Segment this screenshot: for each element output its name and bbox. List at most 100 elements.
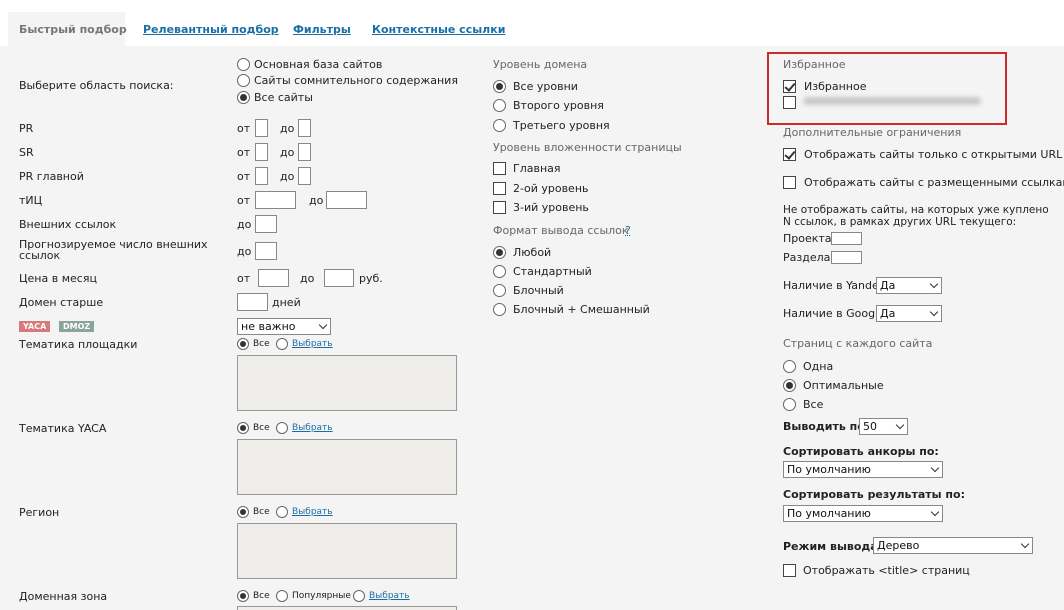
area-radio-main[interactable] — [237, 58, 250, 71]
pr-main-to-input[interactable] — [298, 167, 311, 185]
pr-main-from-label: от — [237, 170, 251, 183]
domain-radio-second[interactable] — [493, 99, 506, 112]
mode-select-value: Дерево — [877, 539, 920, 552]
nesting-option-second: 2-ой уровень — [513, 182, 589, 195]
topic-radio-all[interactable] — [237, 338, 249, 350]
topic-all-label: Все — [253, 339, 270, 349]
section-input[interactable] — [831, 251, 862, 264]
with-links-checkbox[interactable] — [783, 176, 796, 189]
sr-from-input[interactable] — [255, 143, 268, 161]
topic-textarea[interactable] — [237, 355, 457, 411]
format-radio-block-mixed[interactable] — [493, 303, 506, 316]
format-option-standard: Стандартный — [513, 265, 592, 278]
sr-from-label: от — [237, 146, 251, 159]
zone-textarea[interactable] — [237, 606, 457, 610]
google-label: Наличие в Google — [783, 307, 885, 320]
tab-context-links[interactable]: Контекстные ссылки — [372, 23, 505, 36]
region-radio-choose[interactable] — [276, 506, 288, 518]
favorites-checkbox[interactable] — [783, 80, 796, 93]
area-radio-all[interactable] — [237, 91, 250, 104]
domain-older-label: Домен старше — [19, 296, 104, 309]
region-textarea[interactable] — [237, 523, 457, 579]
region-choose-link[interactable]: Выбрать — [292, 507, 333, 517]
price-to-input[interactable] — [324, 269, 354, 287]
sort-anchors-select[interactable]: По умолчанию — [783, 461, 943, 478]
nesting-checkbox-second[interactable] — [493, 182, 506, 195]
region-radio-all[interactable] — [237, 506, 249, 518]
pages-radio-one[interactable] — [783, 360, 796, 373]
project-label: Проекта — [783, 232, 832, 245]
show-by-select[interactable]: 50 — [859, 418, 908, 435]
format-option-block: Блочный — [513, 284, 564, 297]
yaca-radio-choose[interactable] — [276, 422, 288, 434]
domain-radio-all[interactable] — [493, 80, 506, 93]
domain-option-second: Второго уровня — [513, 99, 604, 112]
topic-choose-link[interactable]: Выбрать — [292, 339, 333, 349]
tab-quick-selection[interactable]: Быстрый подбор — [8, 12, 127, 46]
chevron-down-icon — [930, 463, 940, 473]
ext-links-label: Внешних ссылок — [19, 218, 117, 231]
tic-to-input[interactable] — [326, 191, 367, 209]
google-select[interactable]: Да — [876, 305, 942, 322]
chevron-down-icon — [895, 420, 905, 430]
topic-yaca-textarea[interactable] — [237, 439, 457, 495]
sort-results-select[interactable]: По умолчанию — [783, 505, 943, 522]
only-open-checkbox[interactable] — [783, 148, 796, 161]
project-input[interactable] — [831, 232, 862, 245]
tab-filters[interactable]: Фильтры — [293, 23, 351, 36]
format-option-any: Любой — [513, 246, 552, 259]
price-from-input[interactable] — [258, 269, 289, 287]
domain-radio-third[interactable] — [493, 119, 506, 132]
forecast-label: Прогнозируемое число внешних ссылок — [19, 238, 208, 262]
price-from-label: от — [237, 272, 251, 285]
pages-radio-all[interactable] — [783, 398, 796, 411]
favorites-checkbox-2[interactable] — [783, 96, 796, 109]
domain-older-input[interactable] — [237, 293, 268, 311]
format-radio-standard[interactable] — [493, 265, 506, 278]
zone-radio-popular[interactable] — [276, 590, 288, 602]
mode-select[interactable]: Дерево — [873, 537, 1033, 554]
yaca-radio-all[interactable] — [237, 422, 249, 434]
region-label: Регион — [19, 506, 60, 519]
format-radio-block[interactable] — [493, 284, 506, 297]
zone-choose-link[interactable]: Выбрать — [369, 591, 410, 601]
domain-days-label: дней — [272, 296, 301, 309]
sr-to-input[interactable] — [298, 143, 311, 161]
show-title-checkbox[interactable] — [783, 564, 796, 577]
format-radio-any[interactable] — [493, 246, 506, 259]
show-by-select-value: 50 — [863, 420, 877, 433]
area-radio-dubious[interactable] — [237, 74, 250, 87]
nesting-checkbox-main[interactable] — [493, 162, 506, 175]
pr-to-label: до — [280, 122, 295, 135]
search-area-label: Выберите область поиска: — [19, 79, 174, 92]
zone-radio-all[interactable] — [237, 590, 249, 602]
yandex-select[interactable]: Да — [876, 277, 942, 294]
zone-radio-choose[interactable] — [353, 590, 365, 602]
tab-relevant-selection[interactable]: Релевантный подбор — [143, 23, 279, 36]
sort-results-select-value: По умолчанию — [787, 507, 871, 520]
catalog-select[interactable]: не важно — [237, 318, 331, 335]
sort-anchors-label: Сортировать анкоры по: — [783, 445, 939, 458]
nesting-heading: Уровень вложенности страницы — [493, 141, 682, 154]
pr-to-input[interactable] — [298, 119, 311, 137]
sr-label: SR — [19, 146, 34, 159]
pr-from-label: от — [237, 122, 251, 135]
format-help-link[interactable]: ? — [625, 224, 631, 237]
forecast-input[interactable] — [255, 242, 277, 260]
domain-option-all: Все уровни — [513, 80, 578, 93]
yaca-choose-link[interactable]: Выбрать — [292, 423, 333, 433]
favorites-item-label: Избранное — [804, 80, 867, 93]
yandex-label: Наличие в Yandex — [783, 279, 886, 292]
pr-main-from-input[interactable] — [255, 167, 268, 185]
pages-radio-optimal[interactable] — [783, 379, 796, 392]
topic-label: Тематика площадки — [19, 338, 138, 351]
nesting-checkbox-third[interactable] — [493, 201, 506, 214]
tic-from-input[interactable] — [255, 191, 296, 209]
pr-from-input[interactable] — [255, 119, 268, 137]
price-label: Цена в месяц — [19, 272, 97, 285]
ext-links-input[interactable] — [255, 215, 277, 233]
dmoz-badge: DMOZ — [59, 321, 95, 332]
catalog-select-value: не важно — [241, 320, 296, 333]
yaca-all-label: Все — [253, 423, 270, 433]
topic-radio-choose[interactable] — [276, 338, 288, 350]
